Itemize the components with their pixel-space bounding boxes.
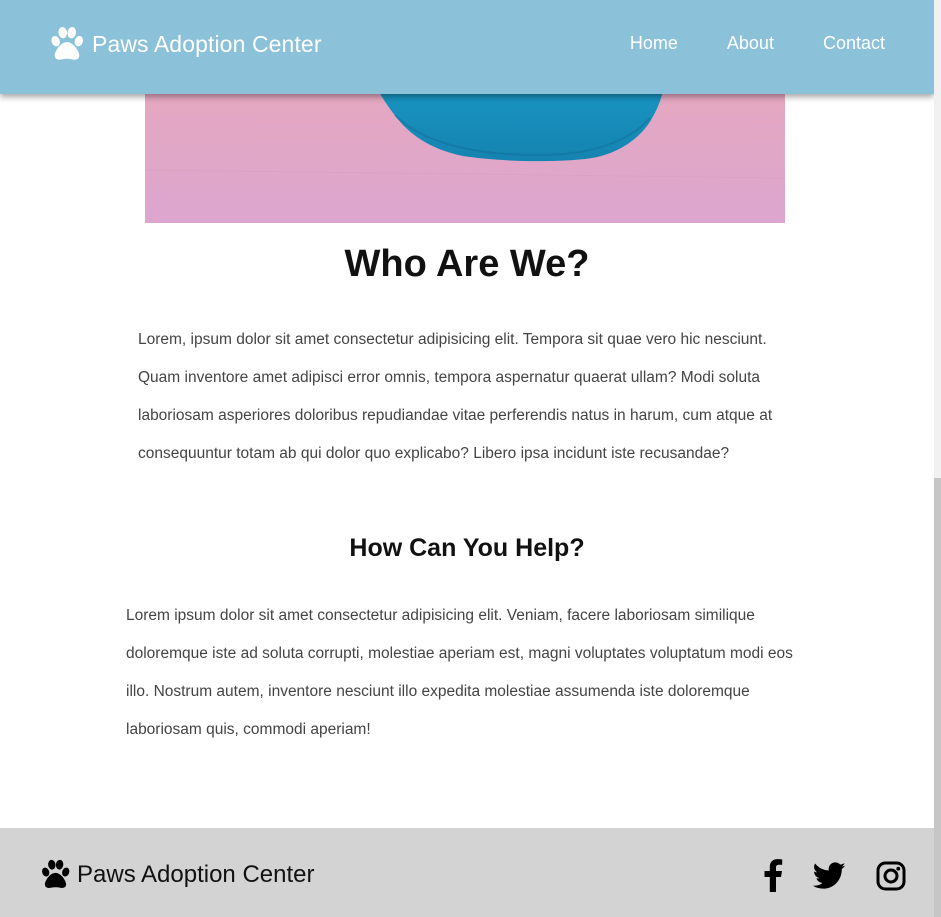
footer: Paws Adoption Center [0, 828, 934, 917]
brand-name: Paws Adoption Center [92, 30, 322, 57]
social-links [733, 859, 906, 897]
nav-home-link[interactable]: Home [630, 33, 678, 54]
navbar: Paws Adoption Center Home About Contact [0, 0, 934, 94]
nav-menu: Home About Contact [581, 33, 885, 54]
about-paragraph: Lorem, ipsum dolor sit amet consectetur … [138, 331, 773, 462]
facebook-link[interactable] [763, 859, 783, 897]
footer-brand-name: Paws Adoption Center [77, 860, 315, 888]
twitter-link[interactable] [812, 861, 846, 895]
footer-paw-icon [42, 859, 70, 888]
page: Paws Adoption Center Home About Contact … [0, 0, 941, 917]
footer-brand: Paws Adoption Center [39, 859, 314, 890]
help-title: How Can You Help? [349, 534, 585, 562]
paw-icon [51, 26, 84, 60]
facebook-icon [764, 859, 783, 892]
nav-about-link[interactable]: About [727, 33, 774, 54]
help-paragraph: Lorem ipsum dolor sit amet consectetur a… [126, 607, 793, 738]
brand-link[interactable]: Paws Adoption Center [48, 26, 322, 62]
about-title: Who Are We? [344, 243, 590, 285]
nav-contact-link[interactable]: Contact [823, 33, 885, 54]
instagram-icon [876, 861, 906, 890]
instagram-link[interactable] [876, 861, 906, 896]
twitter-icon [812, 861, 846, 889]
scrollbar-thumb[interactable] [934, 478, 941, 917]
